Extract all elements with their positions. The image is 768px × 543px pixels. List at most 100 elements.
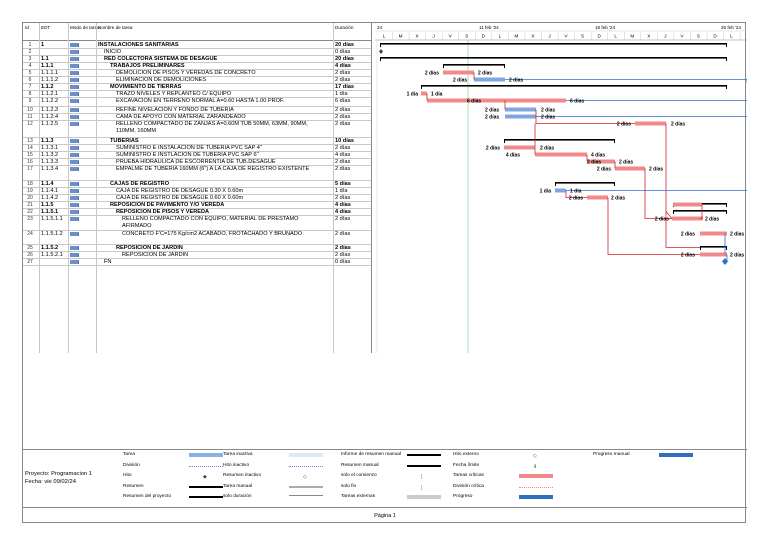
bar-label: 2 días — [425, 70, 439, 76]
task-mode-icon — [70, 167, 79, 171]
legend-label: División crítica — [453, 483, 484, 489]
legend-label: Resumen inactivo — [223, 473, 262, 478]
timescale-day: S — [465, 34, 468, 39]
task-bar — [443, 70, 474, 75]
bar-label: 2 días — [681, 252, 695, 258]
bar-label: 4 días — [591, 152, 605, 158]
timescale-day: L — [614, 34, 617, 39]
task-mode-icon — [70, 139, 79, 143]
task-duration: 2 días — [335, 216, 351, 222]
summary-bar — [673, 210, 727, 212]
bar-label: 2 días — [485, 114, 499, 120]
summary-bar — [421, 85, 727, 87]
legend-label: solo fin — [341, 483, 357, 489]
legend-label: Hito externo — [453, 452, 479, 457]
timescale-day: M — [630, 34, 634, 39]
timescale-day: V — [449, 34, 453, 39]
timescale-day: J — [548, 34, 550, 39]
page-footer: Página 1 — [23, 507, 747, 524]
col-id-header[interactable]: Id — [25, 25, 29, 30]
bar-label: 2 días — [619, 159, 633, 165]
bar-label: 2 días — [540, 145, 554, 151]
dependency-link — [644, 168, 672, 219]
task-mode-icon — [70, 71, 79, 75]
task-duration: 2 días — [335, 166, 351, 172]
summary-bar-end — [726, 203, 727, 207]
gantt-chart: 24 11 feb '24 18 feb '24 25 feb '24 L M X J V S D L… — [375, 25, 747, 353]
timescale-day: M — [399, 34, 403, 39]
summary-bar-start — [673, 210, 674, 214]
legend-label: Progreso — [453, 494, 473, 499]
task-mode-icon — [70, 160, 79, 164]
legend-label: Tareas externas — [341, 494, 376, 499]
timescale-day: X — [647, 34, 650, 39]
print-preview-page: Id EDT Modo de tarea Nombre de tarea Dur… — [22, 22, 747, 524]
task-id: 24 — [27, 231, 33, 237]
bar-label: 6 días — [570, 98, 584, 104]
legend-label: Resumen manual — [341, 462, 379, 468]
legend-label: Tareas críticas — [453, 473, 484, 478]
task-mode-icon — [70, 78, 79, 82]
task-name: EMPALME DE TUBERIA 160MM (6") A LA CAJA … — [116, 166, 310, 172]
task-bar — [673, 202, 702, 207]
legend-swatch — [189, 496, 223, 498]
task-row[interactable]: 12 1.1.2.5 RELLENO COMPACTADO DE ZANJAS A=… — [23, 120, 371, 138]
bar-label: 2 días — [649, 166, 663, 172]
task-row[interactable]: 24 1.1.5.1.2 CONCRETO F'C=175 Kg/cm2 ACABA… — [23, 230, 371, 245]
task-row[interactable]: 27 FN 0 días — [23, 258, 371, 266]
task-id: 27 — [27, 259, 33, 265]
task-mode-icon — [70, 122, 79, 126]
task-row[interactable]: 17 1.1.3.4 EMPALME DE TUBERIA 160MM (6") A… — [23, 165, 371, 181]
task-mode-icon — [70, 182, 79, 186]
legend-swatch — [289, 453, 323, 457]
task-duration: 2 días — [335, 121, 351, 127]
task-mode-icon — [70, 260, 79, 264]
task-wbs: 1.1.2.2 — [41, 98, 59, 104]
summary-bar — [443, 64, 505, 66]
bar-label: 2 días — [485, 107, 499, 113]
task-duration: 2 días — [335, 231, 351, 237]
timescale-day: D — [482, 34, 486, 39]
timescale-day: D — [713, 34, 717, 39]
task-bar — [635, 121, 666, 126]
timescale-day: X — [416, 34, 419, 39]
bar-label: 2 días — [671, 121, 685, 127]
legend-swatch — [659, 453, 693, 457]
bar-label: 2 días — [611, 195, 625, 201]
col-name-header[interactable]: Nombre de tarea — [98, 25, 132, 30]
task-row[interactable]: 23 1.1.5.1.1 RELLENO COMPACTADO CON EQUIPO… — [23, 215, 371, 231]
task-mode-icon — [70, 99, 79, 103]
legend-label: solo el comienzo — [341, 473, 377, 478]
bar-label: 2 días — [730, 252, 744, 258]
task-id: 9 — [28, 98, 32, 104]
summary-bar-end — [614, 182, 615, 186]
legend-swatch: ⬇ — [533, 463, 538, 470]
col-duration-header[interactable]: Duración — [335, 25, 353, 30]
legend-swatch: ◇ — [533, 453, 537, 459]
task-bar — [505, 114, 536, 119]
timescale-day: S — [581, 34, 584, 39]
bar-label: 2 días — [705, 216, 719, 222]
task-bar — [672, 216, 703, 221]
task-mode-icon — [70, 115, 79, 119]
legend-swatch — [407, 454, 441, 456]
legend-swatch — [519, 474, 553, 478]
timescale-day: J — [433, 34, 435, 39]
bar-label: 4 días — [506, 152, 520, 158]
bar-label: 1 día — [570, 188, 582, 194]
legend-swatch: [ — [421, 474, 423, 480]
summary-bar-start — [443, 64, 444, 68]
timescale-day: D — [597, 34, 601, 39]
task-mode-icon — [70, 153, 79, 157]
task-bar — [587, 195, 608, 200]
project-info: Proyecto: Programacion 1 Fecha: vie 09/0… — [25, 470, 92, 486]
summary-bar-start — [380, 57, 381, 61]
col-wbs-header[interactable]: EDT — [41, 25, 50, 30]
task-duration: 6 días — [335, 98, 351, 104]
legend: Proyecto: Programacion 1 Fecha: vie 09/0… — [23, 449, 747, 508]
legend-swatch — [519, 485, 553, 488]
timescale-day: V — [680, 34, 684, 39]
legend-swatch — [289, 464, 323, 467]
summary-bar-start — [380, 43, 381, 47]
task-name: RELLENO COMPACTADO CON EQUIPO, MATERIAL … — [122, 216, 299, 229]
